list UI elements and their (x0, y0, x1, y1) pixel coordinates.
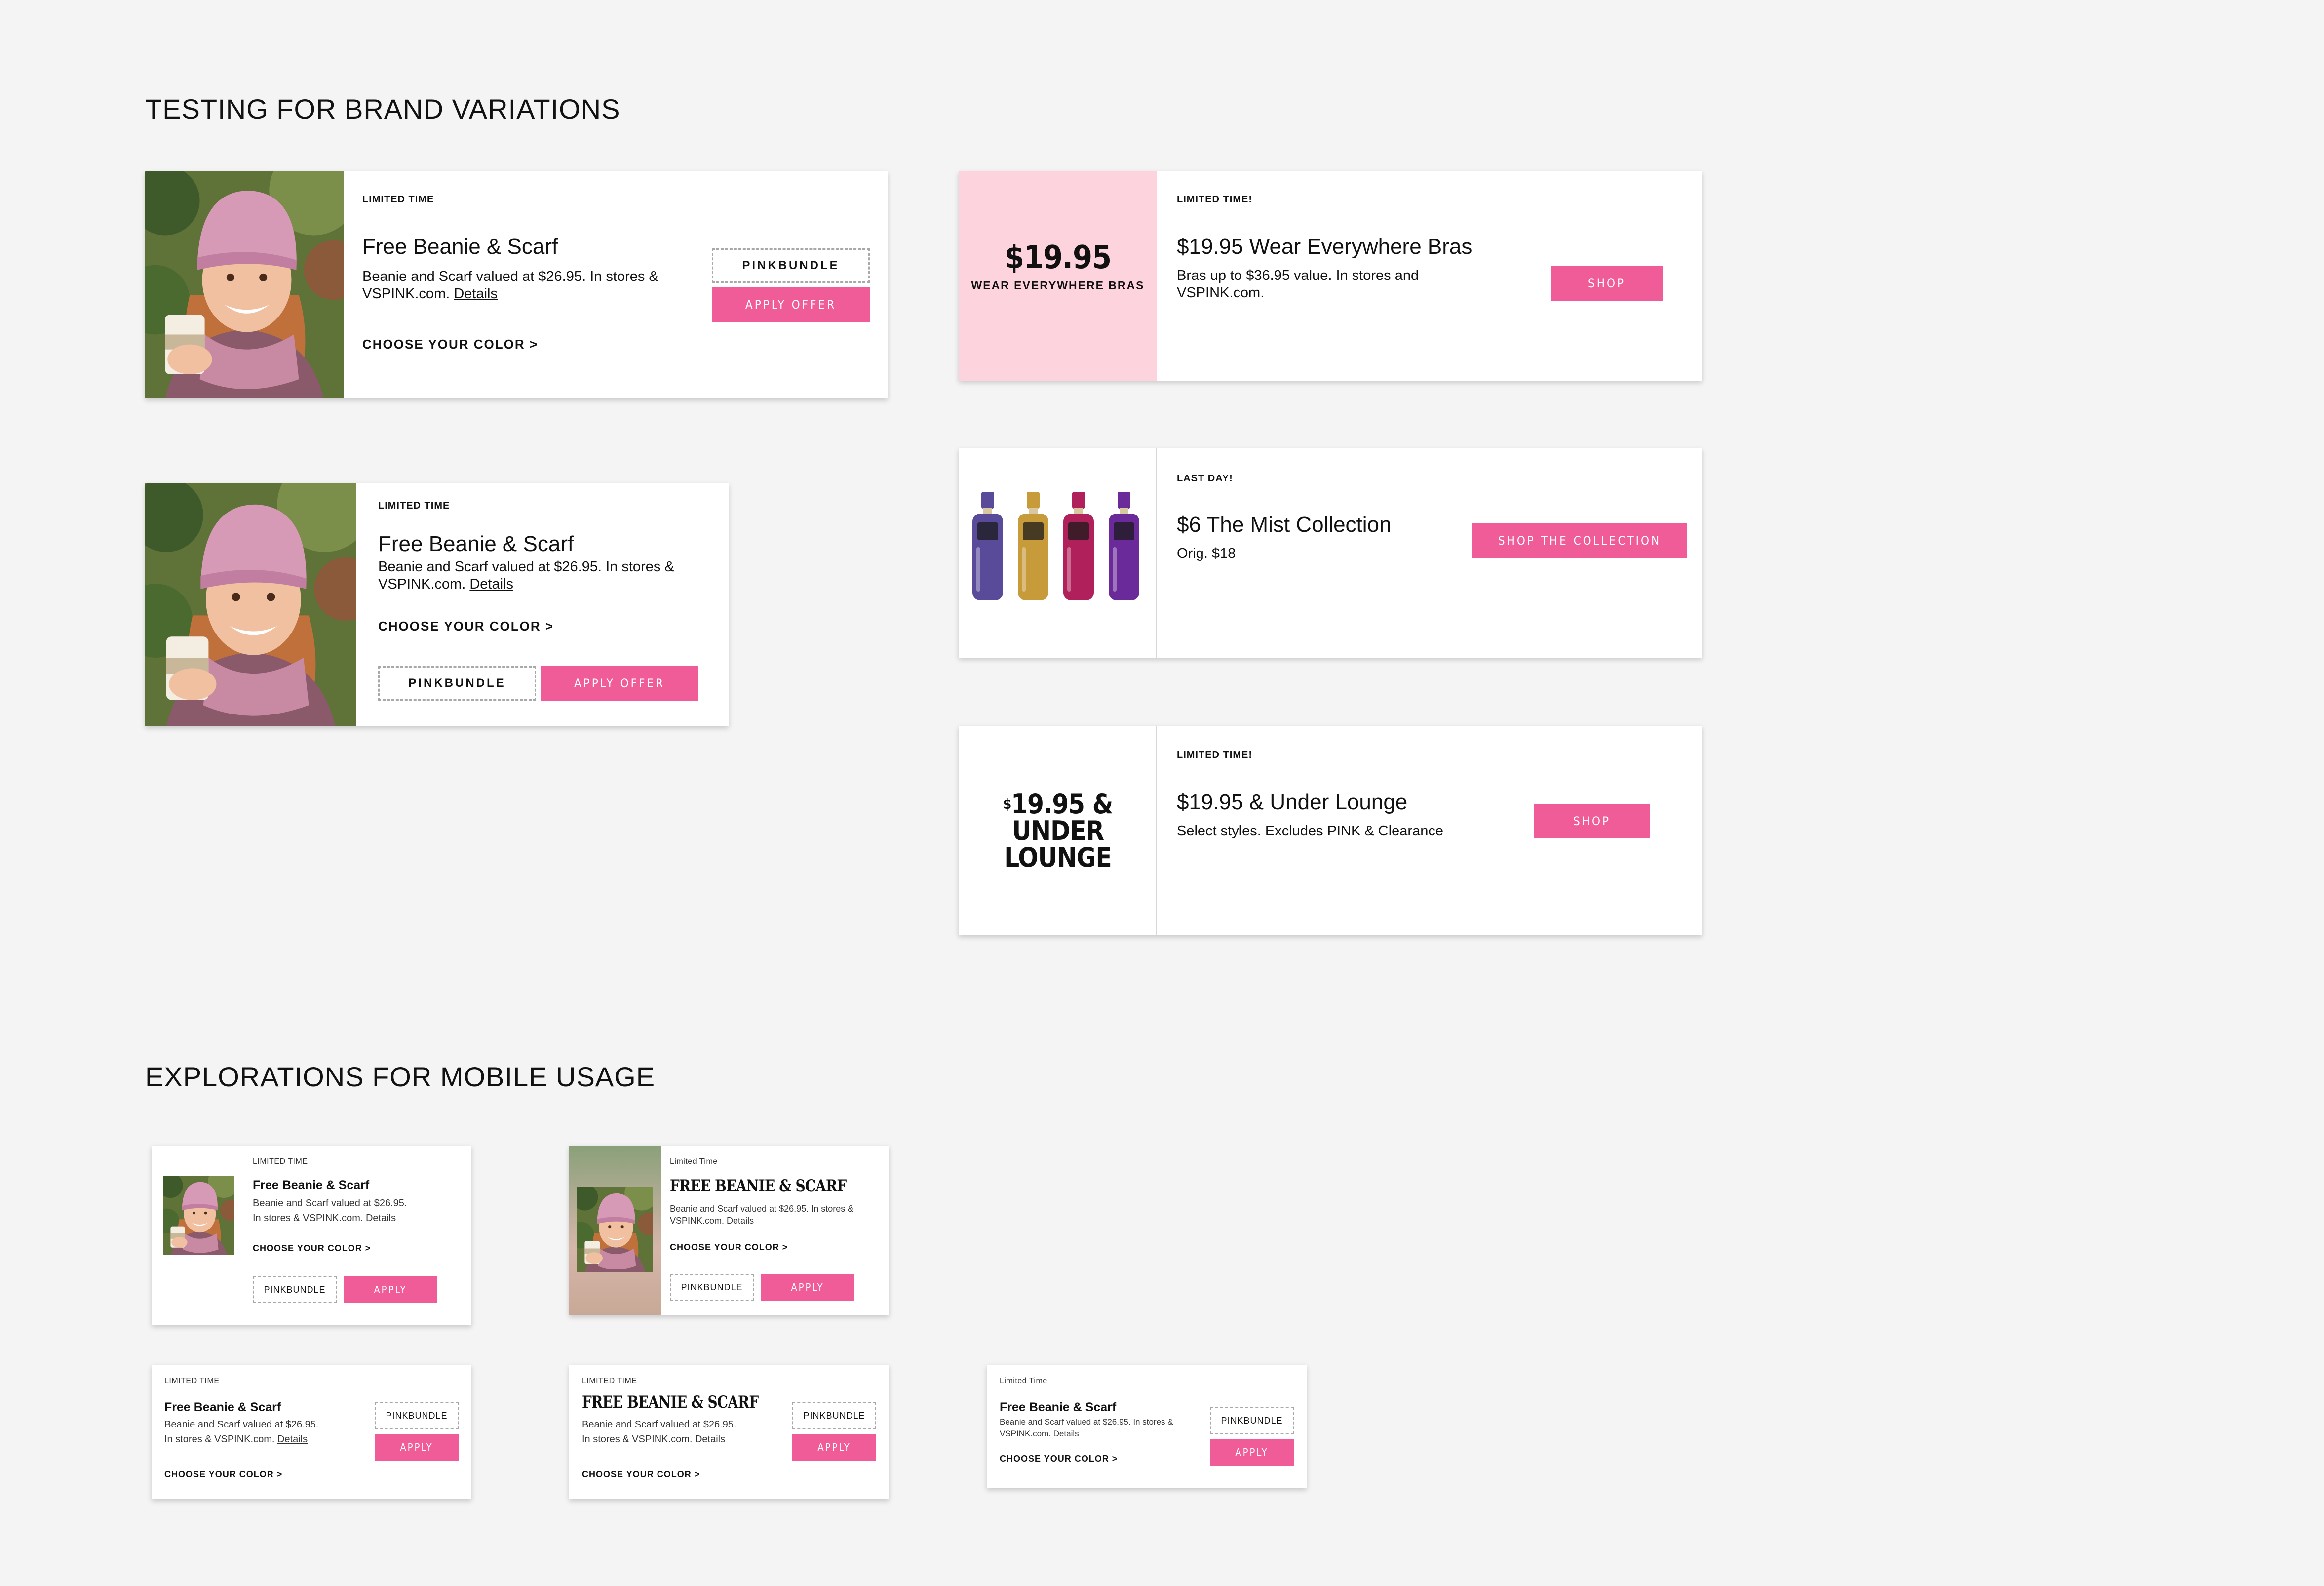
beanie-photo-panel (569, 1146, 661, 1315)
apply-button[interactable]: APPLY (792, 1434, 876, 1461)
promo-code[interactable]: PINKBUNDLE (375, 1402, 459, 1429)
offer-eyebrow: LIMITED TIME! (1177, 750, 1252, 760)
promo-code[interactable]: PINKBUNDLE (670, 1274, 754, 1301)
beanie-offer-card-compact: LIMITED TIME Free Beanie & Scarf Beanie … (145, 483, 729, 726)
mobile-card-text-only: LIMITED TIME Free Beanie & Scarf Beanie … (152, 1365, 471, 1499)
product-image-panel (959, 448, 1156, 658)
lounge-offer-card: $19.95 & UNDER LOUNGE LIMITED TIME! $19.… (959, 726, 1702, 935)
offer-description: Beanie and Scarf valued at $26.95. In st… (378, 559, 674, 592)
shop-button[interactable]: SHOP (1534, 804, 1650, 838)
mobile-card-varsity-text: LIMITED TIME FREE BEANIE & SCARF Beanie … (569, 1365, 889, 1499)
offer-description: Beanie and Scarf valued at $26.95. In st… (1000, 1417, 1173, 1438)
price-display: $19.95 (1004, 239, 1112, 276)
details-link[interactable]: Details (454, 286, 498, 302)
offer-title: FREE BEANIE & SCARF (670, 1176, 847, 1196)
offer-title: Free Beanie & Scarf (362, 235, 558, 259)
section-heading-brand-variations: TESTING FOR BRAND VARIATIONS (145, 93, 620, 124)
promo-code[interactable]: PINKBUNDLE (378, 666, 536, 701)
price-display: $19.95 & UNDER LOUNGE (1003, 789, 1113, 873)
offer-title: Free Beanie & Scarf (164, 1400, 281, 1414)
apply-button[interactable]: APPLY (344, 1276, 437, 1303)
mist-bottle (1063, 492, 1094, 600)
apply-offer-button[interactable]: APPLY OFFER (712, 287, 870, 322)
offer-eyebrow: LIMITED TIME (582, 1377, 637, 1385)
offer-title: $6 The Mist Collection (1177, 513, 1392, 537)
mist-bottles-image (972, 492, 1139, 600)
offer-description: Orig. $18 (1177, 546, 1236, 561)
section-heading-mobile-usage: EXPLORATIONS FOR MOBILE USAGE (145, 1061, 656, 1092)
panel-divider (1156, 726, 1157, 935)
details-link[interactable]: Details (277, 1434, 308, 1445)
mist-bottle (1018, 492, 1048, 600)
price-subtitle: WEAR EVERYWHERE BRAS (971, 279, 1145, 292)
offer-title: Free Beanie & Scarf (253, 1178, 370, 1192)
mobile-card-image-left: LIMITED TIME Free Beanie & Scarf Beanie … (152, 1146, 471, 1325)
offer-eyebrow: Limited Time (1000, 1377, 1047, 1385)
offer-title: $19.95 Wear Everywhere Bras (1177, 235, 1472, 259)
apply-button[interactable]: APPLY (375, 1434, 459, 1461)
details-link[interactable]: Details (1053, 1429, 1079, 1438)
offer-title: $19.95 & Under Lounge (1177, 790, 1408, 814)
apply-button[interactable]: APPLY (761, 1274, 854, 1301)
promo-code[interactable]: PINKBUNDLE (253, 1276, 337, 1303)
panel-divider (1156, 448, 1157, 658)
offer-eyebrow: LIMITED TIME (378, 500, 450, 511)
shop-button[interactable]: SHOP (1551, 266, 1663, 301)
offer-title: FREE BEANIE & SCARF (582, 1392, 759, 1412)
offer-eyebrow: LIMITED TIME (164, 1377, 220, 1385)
choose-color-link[interactable]: CHOOSE YOUR COLOR > (362, 337, 538, 352)
offer-description: Beanie and Scarf valued at $26.95. In sto… (164, 1419, 319, 1445)
offer-eyebrow: Limited Time (670, 1157, 718, 1166)
offer-description: Beanie and Scarf valued at $26.95. In st… (362, 269, 658, 302)
offer-description: Bras up to $36.95 value. In stores and V… (1177, 268, 1419, 301)
bras-offer-card: $19.95 WEAR EVERYWHERE BRAS LIMITED TIME… (959, 171, 1702, 381)
offer-eyebrow: LIMITED TIME (253, 1157, 308, 1166)
choose-color-link[interactable]: CHOOSE YOUR COLOR > (164, 1469, 282, 1480)
shop-collection-button[interactable]: SHOP THE COLLECTION (1472, 523, 1687, 558)
beanie-offer-card-wide: LIMITED TIME Free Beanie & Scarf Beanie … (145, 171, 888, 398)
mobile-card-compact: Limited Time Free Beanie & Scarf Beanie … (987, 1365, 1307, 1488)
offer-description: Beanie and Scarf valued at $26.95. In st… (670, 1204, 854, 1226)
mobile-card-varsity-image: Limited Time FREE BEANIE & SCARF Beanie … (569, 1146, 889, 1315)
choose-color-link[interactable]: CHOOSE YOUR COLOR > (670, 1242, 788, 1253)
details-link[interactable]: Details (469, 576, 513, 592)
beanie-thumbnail (163, 1176, 234, 1255)
promo-code[interactable]: PINKBUNDLE (712, 248, 870, 283)
price-panel: $19.95 WEAR EVERYWHERE BRAS (959, 171, 1157, 381)
mist-offer-card: LAST DAY! $6 The Mist Collection Orig. $… (959, 448, 1702, 658)
offer-description: Beanie and Scarf valued at $26.95. In sto… (582, 1419, 736, 1445)
apply-button[interactable]: APPLY (1210, 1439, 1294, 1466)
offer-title: Free Beanie & Scarf (1000, 1400, 1117, 1414)
promo-code[interactable]: PINKBUNDLE (1210, 1407, 1294, 1434)
offer-eyebrow: LIMITED TIME! (1177, 194, 1252, 205)
offer-description: Select styles. Excludes PINK & Clearance (1177, 823, 1443, 839)
offer-eyebrow: LAST DAY! (1177, 473, 1233, 484)
mist-bottle (1109, 492, 1139, 600)
offer-title: Free Beanie & Scarf (378, 532, 574, 556)
promo-code[interactable]: PINKBUNDLE (792, 1402, 876, 1429)
choose-color-link[interactable]: CHOOSE YOUR COLOR > (253, 1243, 371, 1254)
mist-bottle (972, 492, 1003, 600)
apply-offer-button[interactable]: APPLY OFFER (541, 666, 698, 701)
choose-color-link[interactable]: CHOOSE YOUR COLOR > (1000, 1454, 1118, 1464)
beanie-thumbnail (577, 1187, 653, 1272)
choose-color-link[interactable]: CHOOSE YOUR COLOR > (582, 1469, 700, 1480)
beanie-photo (145, 483, 356, 726)
choose-color-link[interactable]: CHOOSE YOUR COLOR > (378, 619, 554, 634)
offer-eyebrow: LIMITED TIME (362, 194, 434, 205)
offer-description: Beanie and Scarf valued at $26.95. In sto… (253, 1198, 407, 1224)
beanie-photo (145, 171, 344, 398)
